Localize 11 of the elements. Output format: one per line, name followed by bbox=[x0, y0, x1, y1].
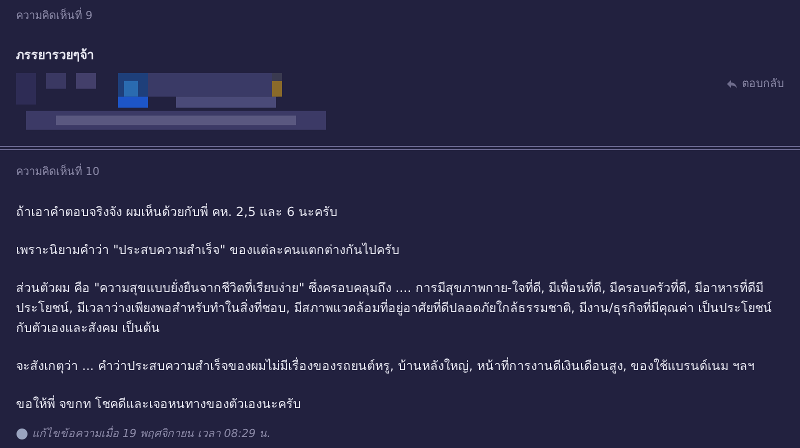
comment-text: ภรรยารวยๆจ้า bbox=[16, 46, 95, 64]
comment-number: ความคิดเห็นที่ 10 bbox=[16, 165, 100, 178]
comment-text: เพราะนิยามคำว่า "ประสบความสำเร็จ" ของแต่ละคนแตกต่างกันไปครับ bbox=[16, 241, 400, 259]
comment-text: ขอให้พี่ จขกท โชคดีและเจอหนทางของตัวเองนะครับ bbox=[16, 394, 302, 413]
comment-text: ส่วนตัวผม คือ "ความสุขแบบยั่งยืนจากชีวิตที่เรียบง่าย" ซึ่งครอบคลุมถึง .... การมีสุขภาพกาย-ใจที่ดี, มีเพื่อนที่ดี, มีครอบครัวที่ดี, มีอาหารที่ดีมีประโยชน์, มีเวลาว่างเพียงพอสำหรับทำในสิ่งที่ชอบ, มีสภาพแวดล้อมที่อยู่อาศัยที่ดีปลอดภัยใกล้ธรรมชาติ, มีงาน/ธุรกิจที่มีคุณค่า เป็นประโยชน์กับตัวเองและสังคม เป็นต้น bbox=[16, 278, 774, 337]
comment-text: จะสังเกตุว่า ... คำว่าประสบความสำเร็จของผมไม่มีเรื่องของรถยนต์หรู, บ้านหลังใหญ่, หน้าที่การงานดีเงินเดือนสูง, ของใช้แบรนด์เนม ฯลฯ bbox=[16, 356, 756, 376]
comment-number: ความคิดเห็นที่ 9 bbox=[16, 8, 94, 24]
edit-note: แก้ไขข้อความเมื่อ 19 พฤศจิกายน เวลา 08:29 น. bbox=[32, 426, 271, 442]
comment-text: ถ้าเอาคำตอบจริงจัง ผมเห็นด้วยกับพี่ คห. 2,5 และ 6 นะครับ bbox=[16, 202, 339, 221]
reply-icon bbox=[726, 79, 738, 90]
reply-button[interactable]: ตอบกลับ bbox=[726, 76, 784, 92]
